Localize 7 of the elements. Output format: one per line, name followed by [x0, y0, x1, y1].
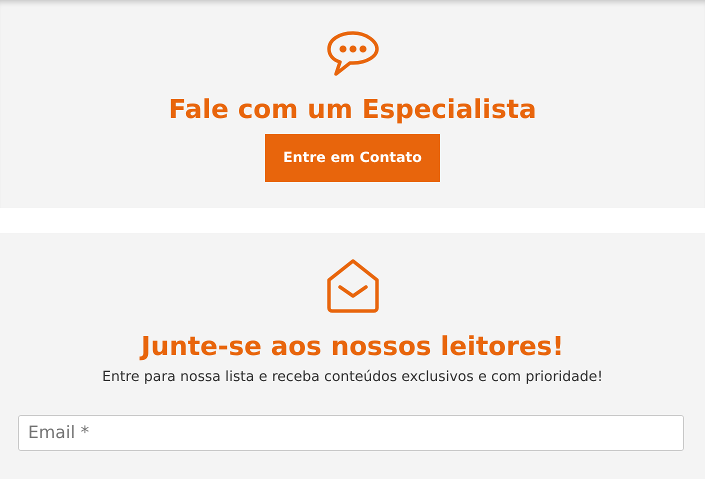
- open-envelope-icon: [324, 258, 380, 314]
- section-title: Fale com um Especialista: [168, 95, 537, 125]
- contact-button[interactable]: Entre em Contato: [265, 134, 440, 182]
- email-field[interactable]: Email *: [18, 415, 684, 451]
- section-title: Junte-se aos nossos leitores!: [141, 332, 564, 362]
- subtitle: Entre para nossa lista e receba conteúdos exclusivos e com prioridade!: [102, 369, 603, 385]
- chat-bubble-icon: [324, 30, 380, 78]
